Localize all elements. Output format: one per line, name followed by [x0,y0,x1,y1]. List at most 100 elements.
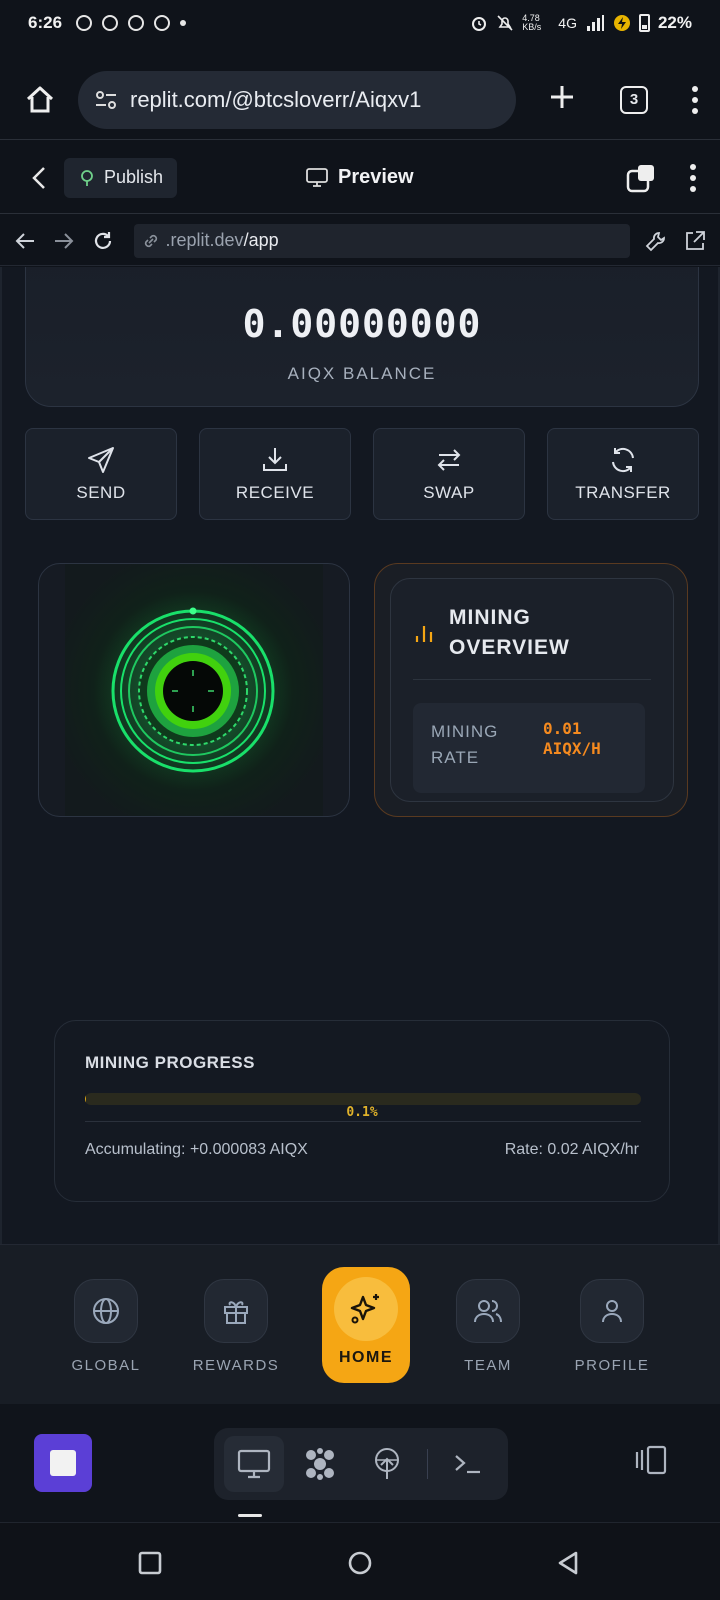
replit-toolbar [0,1404,720,1520]
home-icon [26,86,54,112]
bar-chart-icon [415,626,433,642]
accumulating-text: Accumulating: +0.000083 AIQX [85,1141,308,1158]
deploy-icon [374,1448,399,1479]
tool-shell[interactable] [438,1436,498,1492]
network-type: 4G [558,15,577,31]
tab-switcher-button[interactable]: 3 [620,85,648,114]
transfer-button[interactable]: TRANSFER [547,428,699,520]
nav-profile-label: PROFILE [574,1357,650,1374]
mining-orb-card[interactable] [38,563,350,817]
nav-home-button[interactable] [334,1277,398,1341]
webview-forward-button[interactable] [51,228,76,254]
nav-team-label: TEAM [464,1357,512,1374]
back-button[interactable] [24,163,54,193]
external-link-icon [686,230,706,250]
webview-address-bar[interactable]: .replit.dev/app [133,223,630,258]
preview-title[interactable]: Preview [306,166,414,189]
reload-button[interactable] [90,228,115,254]
arrow-right-icon [54,232,74,249]
replit-menu-button[interactable] [690,163,696,192]
more-notifications-icon [180,20,187,26]
agent-icon [306,1448,335,1480]
send-button[interactable]: SEND [25,428,177,520]
devices-button[interactable] [632,1444,668,1481]
download-icon [263,448,287,471]
mining-progress-fill [85,1093,86,1105]
mining-progress-card: MINING PROGRESS 0.1% Accumulating: +0.00… [54,1020,670,1202]
user-icon [602,1300,622,1323]
mining-overview-card: MINING OVERVIEW MINING RATE 0.01 AIQX/H [374,563,688,817]
tool-deploy[interactable] [357,1436,417,1492]
back-triangle-icon[interactable] [554,1549,582,1577]
tool-preview[interactable] [224,1436,285,1492]
nav-team-button[interactable] [456,1279,520,1343]
wrench-icon [645,231,666,251]
mining-rate-label: MINING RATE [431,722,499,767]
publish-icon [81,169,93,186]
mining-rate-value: 0.01 AIQX/H [543,719,601,758]
url-bar[interactable]: replit.com/@btcsloverr/Aiqxv1 [78,70,516,129]
nav-rewards-button[interactable] [204,1279,268,1343]
app-bottom-nav: GLOBAL REWARDS HOME TEAM PROFILE [0,1244,720,1404]
nav-profile-button[interactable] [580,1279,644,1343]
plus-icon [551,86,573,108]
nav-item-profile[interactable]: PROFILE [557,1279,667,1374]
wallet-actions: SEND RECEIVE SWAP TRANSFER [25,428,699,520]
nav-global-button[interactable] [74,1279,138,1343]
browser-menu-button[interactable] [692,85,698,114]
nav-rewards-label: REWARDS [192,1357,280,1374]
home-button[interactable] [18,78,62,122]
mining-progress-title: MINING PROGRESS [85,1053,255,1072]
charging-icon [613,15,630,31]
balance-label: AIQX BALANCE [287,364,437,383]
alarm-icon [472,17,487,31]
app-viewport: 0.00000000 AIQX BALANCE SEND RECEIVE SWA… [0,267,720,1244]
nav-item-global[interactable]: GLOBAL [51,1279,161,1374]
android-nav-bar [0,1522,720,1600]
arrow-left-icon [15,232,34,249]
tool-agent[interactable] [290,1436,350,1492]
header-actions [626,163,696,193]
url-text[interactable]: replit.com/@btcsloverr/Aiqxv1 [130,87,421,113]
nav-item-home[interactable]: HOME [322,1267,410,1383]
system-status: 4.78 KB/s 4G 22% [470,13,692,33]
recents-icon[interactable] [136,1549,164,1577]
receive-button[interactable]: RECEIVE [199,428,351,520]
new-tab-button[interactable] [542,80,582,119]
whatsapp-icon [76,15,93,31]
mining-progress-bar [85,1093,641,1105]
tool-switcher [214,1428,508,1500]
mining-overview-header: MINING OVERVIEW [413,603,589,663]
publish-button[interactable]: Publish [64,157,178,198]
devices-icon [635,1445,667,1475]
mining-progress-percent: 0.1% [346,1105,378,1120]
nav-home-label: HOME [339,1349,393,1366]
signal-icon [586,15,604,31]
stop-button[interactable] [34,1434,92,1492]
swap-button[interactable]: SWAP [373,428,525,520]
users-icon [474,1300,502,1323]
webview-domain: .replit.dev [165,230,244,250]
reload-icon [94,231,112,249]
nav-item-rewards[interactable]: REWARDS [181,1279,291,1374]
webview-nav: .replit.dev/app [0,216,720,266]
publish-label: Publish [104,167,164,187]
send-icon [88,447,114,473]
new-window-icon[interactable] [626,163,656,193]
preview-label: Preview [338,166,414,188]
open-external-button[interactable] [683,228,708,254]
site-settings-icon[interactable] [94,88,118,112]
webview-path: /app [243,230,279,250]
mining-overview-title: MINING OVERVIEW [449,606,570,659]
battery-icon [638,14,650,32]
devtools-button[interactable] [644,228,669,254]
replit-header: Publish Preview [0,142,720,214]
mining-orb-icon[interactable] [39,564,350,817]
webview-back-button[interactable] [12,228,37,254]
missed-call-icon [102,15,119,31]
home-circle-icon[interactable] [346,1549,374,1577]
stop-icon [50,1450,76,1476]
nav-item-team[interactable]: TEAM [433,1279,543,1374]
monitor-icon [306,167,328,187]
link-icon [144,234,157,247]
